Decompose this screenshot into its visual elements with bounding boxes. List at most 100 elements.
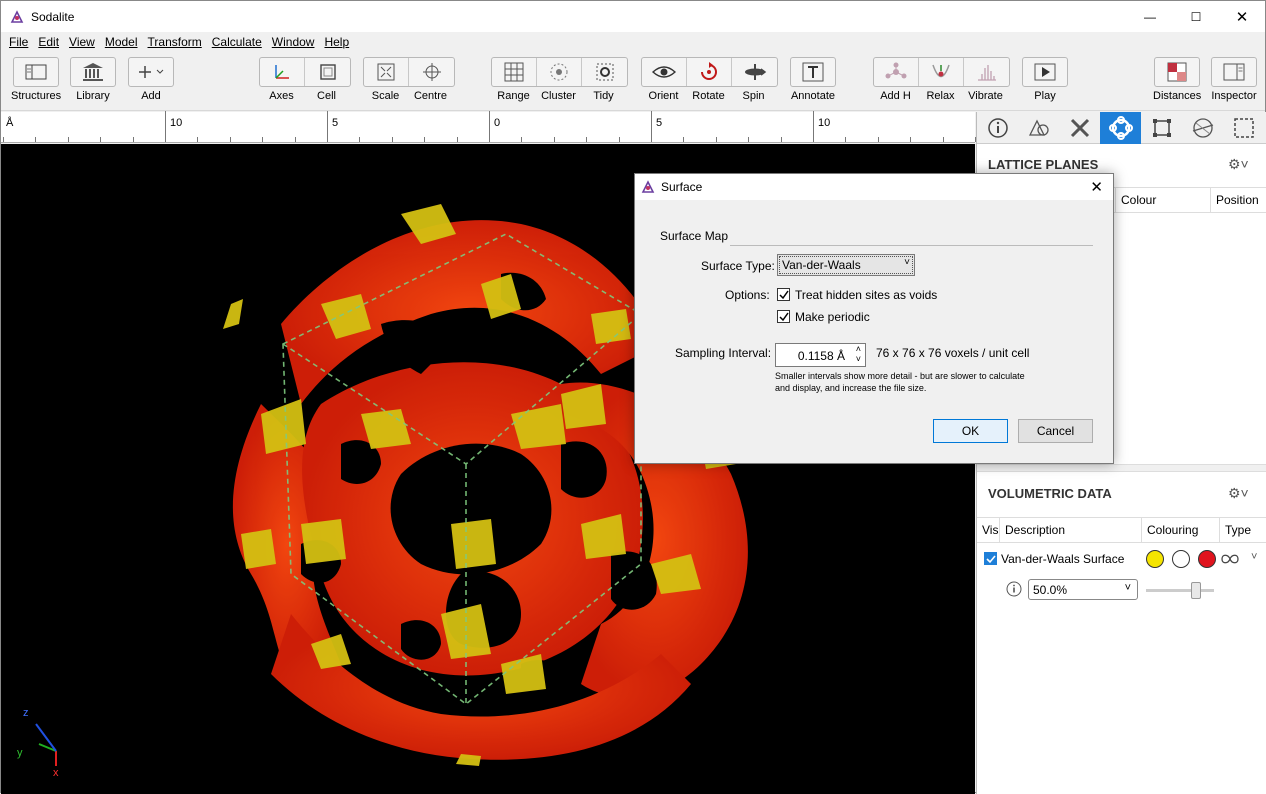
horizontal-ruler: Å 10 5 0 5 10	[1, 111, 976, 143]
add-button[interactable]: Add	[128, 57, 174, 102]
ruler-tick	[651, 137, 652, 142]
sampling-interval-label: Sampling Interval:	[675, 346, 772, 360]
surface-type-chevron-icon: ˅	[904, 257, 910, 268]
vol-col-type: Type	[1219, 518, 1266, 542]
make-periodic-checkbox[interactable]	[777, 310, 790, 323]
distances-button[interactable]: Distances	[1153, 57, 1201, 102]
ruler-tick	[748, 137, 749, 142]
ok-button[interactable]: OK	[933, 419, 1008, 443]
ruler-label: 5	[332, 117, 339, 129]
menu-model[interactable]: Model	[100, 35, 143, 49]
close-icon: ✕	[1235, 8, 1249, 26]
tab-bonds[interactable]	[1059, 112, 1100, 144]
voxel-count-text: 76 x 76 x 76 voxels / unit cell	[876, 346, 1030, 360]
surface-type-icon[interactable]	[1221, 553, 1239, 565]
tab-surfaces[interactable]	[1100, 112, 1141, 144]
surface-dialog: Surface ✕ Surface Map Surface Type: Van-…	[634, 173, 1114, 464]
menu-transform[interactable]: Transform	[143, 35, 207, 49]
tidy-button[interactable]	[582, 58, 627, 86]
rotate-icon	[701, 62, 717, 80]
inspector-button[interactable]: Inspector	[1211, 57, 1257, 102]
menu-window[interactable]: Window	[267, 35, 320, 49]
spin-down-icon[interactable]: ˅	[856, 354, 861, 364]
rotate-button[interactable]	[687, 58, 732, 86]
cancel-button[interactable]: Cancel	[1018, 419, 1093, 443]
ruler-tick	[521, 137, 522, 142]
scale-button[interactable]	[364, 58, 409, 86]
orient-button[interactable]	[642, 58, 687, 86]
cell-button[interactable]	[305, 58, 350, 86]
surface-type-select[interactable]: Van-der-Waals ˅	[777, 254, 915, 276]
inspector-panel-icon	[1223, 63, 1245, 81]
hidden-sites-label[interactable]: Treat hidden sites as voids	[795, 288, 937, 302]
ruler-tick	[359, 137, 360, 142]
spin-up-icon[interactable]: ˄	[856, 344, 861, 354]
tab-shapes[interactable]	[1018, 112, 1059, 144]
library-button[interactable]: Library	[70, 57, 116, 102]
centre-button[interactable]	[409, 58, 454, 86]
ruler-tick	[554, 137, 555, 142]
add-h-button[interactable]	[874, 58, 919, 86]
hidden-sites-checkbox[interactable]	[777, 288, 790, 301]
vis-checkbox[interactable]	[984, 552, 997, 565]
opacity-slider[interactable]	[1146, 582, 1214, 599]
surface-type-label: Surface Type:	[701, 259, 775, 273]
spin-button[interactable]	[732, 58, 777, 86]
axis-z-label: z	[23, 707, 29, 719]
cell-label: Cell	[317, 90, 336, 102]
range-button[interactable]	[492, 58, 537, 86]
scale-label: Scale	[371, 90, 400, 102]
maximize-button[interactable]: ☐	[1173, 1, 1219, 32]
vibrate-spectrum-icon	[977, 65, 996, 81]
ruler-tick	[35, 137, 36, 142]
add-h-label: Add H	[880, 90, 911, 102]
ruler-label: 10	[818, 117, 831, 129]
annotate-button[interactable]: Annotate	[790, 57, 836, 102]
row-expand-chevron-icon[interactable]: ˅	[1251, 551, 1257, 563]
menu-help[interactable]: Help	[319, 35, 354, 49]
vol-col-description: Description	[999, 518, 1141, 542]
menu-edit[interactable]: Edit	[33, 35, 64, 49]
add-label: Add	[141, 90, 161, 102]
sampling-interval-spinbox[interactable]: 0.1158 Å ˄ ˅	[775, 343, 866, 367]
play-button[interactable]: Play	[1022, 57, 1068, 102]
opacity-value: 50.0%	[1033, 583, 1068, 597]
colour-swatch-white[interactable]	[1172, 550, 1190, 568]
minimize-button[interactable]: —	[1127, 1, 1173, 32]
menu-file[interactable]: File	[4, 35, 33, 49]
tab-selection[interactable]	[1223, 112, 1264, 144]
ruler-tick	[165, 137, 166, 142]
colour-swatch-yellow[interactable]	[1146, 550, 1164, 568]
lattice-col-colour-label: Colour	[1121, 193, 1157, 207]
surface-map-section-label: Surface Map	[660, 229, 729, 243]
opacity-slider-handle[interactable]	[1191, 582, 1201, 599]
cluster-button[interactable]	[537, 58, 582, 86]
colour-swatch-red[interactable]	[1198, 550, 1216, 568]
close-window-button[interactable]: ✕	[1219, 1, 1265, 32]
axis-x-label: x	[53, 767, 59, 779]
lattice-plane-icon	[1192, 118, 1213, 138]
tab-info[interactable]	[977, 112, 1018, 144]
opacity-combobox[interactable]: 50.0% ˅	[1028, 579, 1138, 600]
vibrate-button[interactable]	[964, 58, 1009, 86]
tidy-icon	[596, 63, 613, 81]
volumetric-gear-icon[interactable]: ⚙˅	[1228, 485, 1249, 502]
lattice-gear-icon[interactable]: ⚙˅	[1228, 156, 1249, 173]
menu-calculate[interactable]: Calculate	[207, 35, 267, 49]
ok-button-label: OK	[961, 424, 980, 438]
panel-splitter[interactable]	[977, 464, 1266, 472]
tab-lattice[interactable]	[1182, 112, 1223, 144]
lattice-col-colour: Colour	[1115, 188, 1210, 212]
structures-button[interactable]: Structures	[11, 57, 61, 102]
structures-icon	[25, 64, 47, 80]
tab-cell[interactable]	[1141, 112, 1182, 144]
volumetric-row[interactable]: Van-der-Waals Surface ˅	[977, 546, 1266, 572]
make-periodic-label[interactable]: Make periodic	[795, 310, 870, 324]
ruler-tick	[133, 137, 134, 142]
relax-button[interactable]	[919, 58, 964, 86]
section-divider	[730, 245, 1093, 246]
axes-button[interactable]	[260, 58, 305, 86]
axes-label: Axes	[269, 90, 294, 102]
dialog-close-button[interactable]: ✕	[1090, 178, 1103, 196]
menu-view[interactable]: View	[64, 35, 100, 49]
